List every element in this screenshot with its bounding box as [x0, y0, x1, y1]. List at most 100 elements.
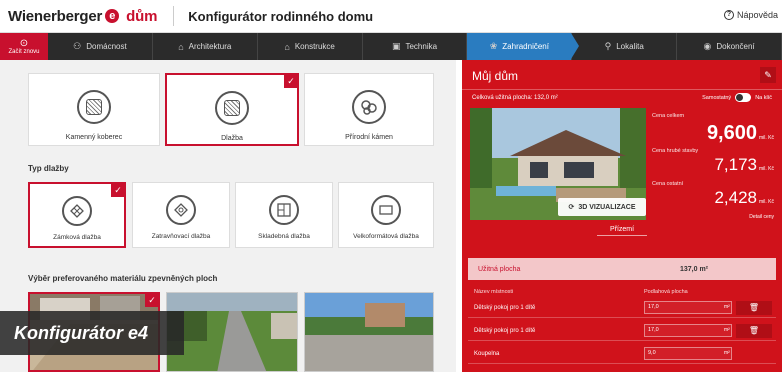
option-label: Dlažba	[221, 135, 243, 142]
paving-type-title: Typ dlažby	[28, 164, 69, 173]
price-other-number: 2,428	[714, 188, 757, 207]
room-area-input[interactable]: 17,0	[644, 301, 732, 314]
room-row: Dětský pokoj pro 1 dítě 17,0 m² 🗑	[468, 298, 776, 318]
option-kamenny-koberec[interactable]: Kamenný koberec	[28, 73, 160, 146]
logo-text: Wienerberger	[8, 7, 103, 25]
modular-paving-icon	[269, 195, 299, 225]
price-house-number: 7,173	[714, 155, 757, 174]
delete-room-button[interactable]: 🗑	[736, 300, 772, 315]
price-other-label: Cena ostatní	[652, 181, 684, 187]
room-name: Dětský pokoj pro 1 dítě	[474, 327, 536, 334]
app-header: Wienerberger e dům Konfigurátor rodinnéh…	[0, 0, 782, 33]
price-unit: mil. Kč	[759, 166, 774, 172]
total-area-text: Celková užitná plocha: 132,0 m²	[472, 95, 558, 101]
help-label: Nápověda	[736, 10, 778, 20]
price-total-value: 9,600 mil. Kč	[707, 122, 774, 145]
option-label: Zámková dlažba	[53, 234, 101, 241]
option-zatravnovaci-dlazba[interactable]: Zatravňovací dlažba	[132, 182, 230, 248]
option-label: Přírodní kámen	[345, 134, 393, 141]
toggle-switch[interactable]	[735, 93, 752, 102]
material-photo-3[interactable]	[304, 292, 434, 372]
material-photo-2[interactable]	[166, 292, 298, 372]
option-prirodni-kamen[interactable]: Přírodní kámen	[304, 73, 434, 146]
nav-step-zahradniceni[interactable]: ❀ Zahradničení	[467, 33, 580, 60]
nav-step-dokonceni[interactable]: ◉ Dokončení	[677, 33, 782, 60]
price-other-value: 2,428 mil. Kč	[714, 188, 774, 208]
room-row: Dětský pokoj pro 1 dítě 17,0 m² 🗑	[468, 321, 776, 341]
floor-title: Přízemí	[462, 226, 782, 236]
nav-step-lokalita[interactable]: ⚲ Lokalita	[572, 33, 678, 60]
construction-icon: ⌂	[284, 41, 290, 52]
parking-lot-photo	[305, 293, 433, 371]
caption-overlay: Konfigurátor e4	[0, 311, 184, 355]
location-icon: ⚲	[604, 41, 612, 51]
nav-step-label: Konstrukce	[294, 42, 335, 51]
family-icon: ⚇	[73, 41, 82, 51]
large-format-paving-icon	[371, 195, 401, 225]
price-total-label: Cena celkem	[652, 113, 685, 119]
nav-step-label: Lokalita	[616, 42, 644, 51]
price-detail-link[interactable]: Detail ceny	[749, 214, 774, 220]
room-area-input[interactable]: 17,0	[644, 324, 732, 337]
pencil-icon: ✎	[764, 70, 772, 80]
grass-paving-icon	[166, 195, 196, 225]
material-title: Výběr preferovaného materiálu zpevněných…	[28, 274, 218, 283]
wienerberger-logo[interactable]: Wienerberger e dům	[8, 8, 157, 25]
option-zamkova-dlazba[interactable]: Zámková dlažba ✓	[28, 182, 126, 248]
logo-suffix: dům	[126, 7, 158, 25]
panel-header: Můj dům ✎	[462, 60, 782, 90]
room-area-unit: m²	[724, 304, 730, 310]
price-mode-toggle[interactable]: Samostatný Na klíč	[702, 93, 772, 102]
finish-icon: ◉	[703, 41, 712, 51]
restart-icon: ⊙	[19, 37, 29, 49]
option-label: Kamenný koberec	[65, 134, 123, 141]
nav-step-label: Domácnost	[86, 42, 127, 51]
natural-stone-icon	[352, 90, 386, 124]
logo-e-icon: e	[105, 9, 120, 23]
nav-step-label: Dokončení	[716, 42, 755, 51]
restart-button[interactable]: ⊙ Začít znovu	[0, 33, 48, 60]
nav-step-architektura[interactable]: ⌂ Architektura	[153, 33, 258, 60]
option-velkoformatova-dlazba[interactable]: Velkoformátová dlažba	[338, 182, 434, 248]
price-house-value: 7,173 mil. Kč	[714, 155, 774, 175]
nav-step-label: Technika	[405, 42, 438, 51]
header-divider	[173, 6, 175, 26]
room-area-unit: m²	[724, 327, 730, 333]
nav-step-domacnost[interactable]: ⚇ Domácnost	[48, 33, 153, 60]
option-label: Skladebná dlažba	[258, 233, 310, 240]
edit-button[interactable]: ✎	[760, 67, 776, 83]
column-room-name: Název místnosti	[474, 289, 514, 295]
delete-room-button[interactable]: 🗑	[736, 323, 772, 338]
price-unit: mil. Kč	[759, 135, 774, 141]
useful-area-label: Užitná plocha	[478, 265, 521, 273]
option-dlazba[interactable]: Dlažba ✓	[165, 73, 299, 146]
room-area-unit: m²	[724, 350, 730, 356]
check-icon: ✓	[111, 183, 125, 197]
nav-step-technika[interactable]: ▣ Technika	[363, 33, 468, 60]
check-icon: ✓	[284, 74, 298, 88]
nav-step-konstrukce[interactable]: ⌂ Konstrukce	[258, 33, 363, 60]
room-name: Dětský pokoj pro 1 dítě	[474, 304, 536, 311]
step-navigation: ⊙ Začít znovu ⚇ Domácnost ⌂ Architektura…	[0, 33, 782, 60]
help-link[interactable]: ? Nápověda	[723, 10, 778, 20]
room-name: Koupelna	[474, 350, 500, 357]
toggle-left-label: Samostatný	[702, 94, 732, 101]
option-label: Zatravňovací dlažba	[151, 233, 211, 240]
3d-visualization-button[interactable]: ⟳ 3D VIZUALIZACE	[558, 198, 646, 216]
visualization-label: 3D VIZUALIZACE	[578, 203, 636, 211]
nav-step-label: Zahradničení	[502, 42, 549, 51]
room-area-input[interactable]: 9,0	[644, 347, 732, 360]
toggle-right-label: Na klíč	[755, 94, 772, 101]
paving-icon	[215, 91, 249, 125]
check-icon: ✓	[145, 294, 158, 307]
trash-icon: 🗑	[748, 302, 760, 312]
option-label: Velkoformátová dlažba	[353, 233, 419, 240]
price-house-label: Cena hrubé stavby	[652, 148, 699, 154]
useful-area-value: 137,0 m²	[680, 265, 709, 273]
help-icon: ?	[723, 10, 734, 20]
price-total-number: 9,600	[706, 122, 757, 144]
option-skladebna-dlazba[interactable]: Skladebná dlažba	[235, 182, 333, 248]
column-floor-area: Podlahová plocha	[644, 289, 688, 295]
garden-path-photo	[167, 293, 297, 371]
rotate-3d-icon: ⟳	[568, 204, 575, 211]
